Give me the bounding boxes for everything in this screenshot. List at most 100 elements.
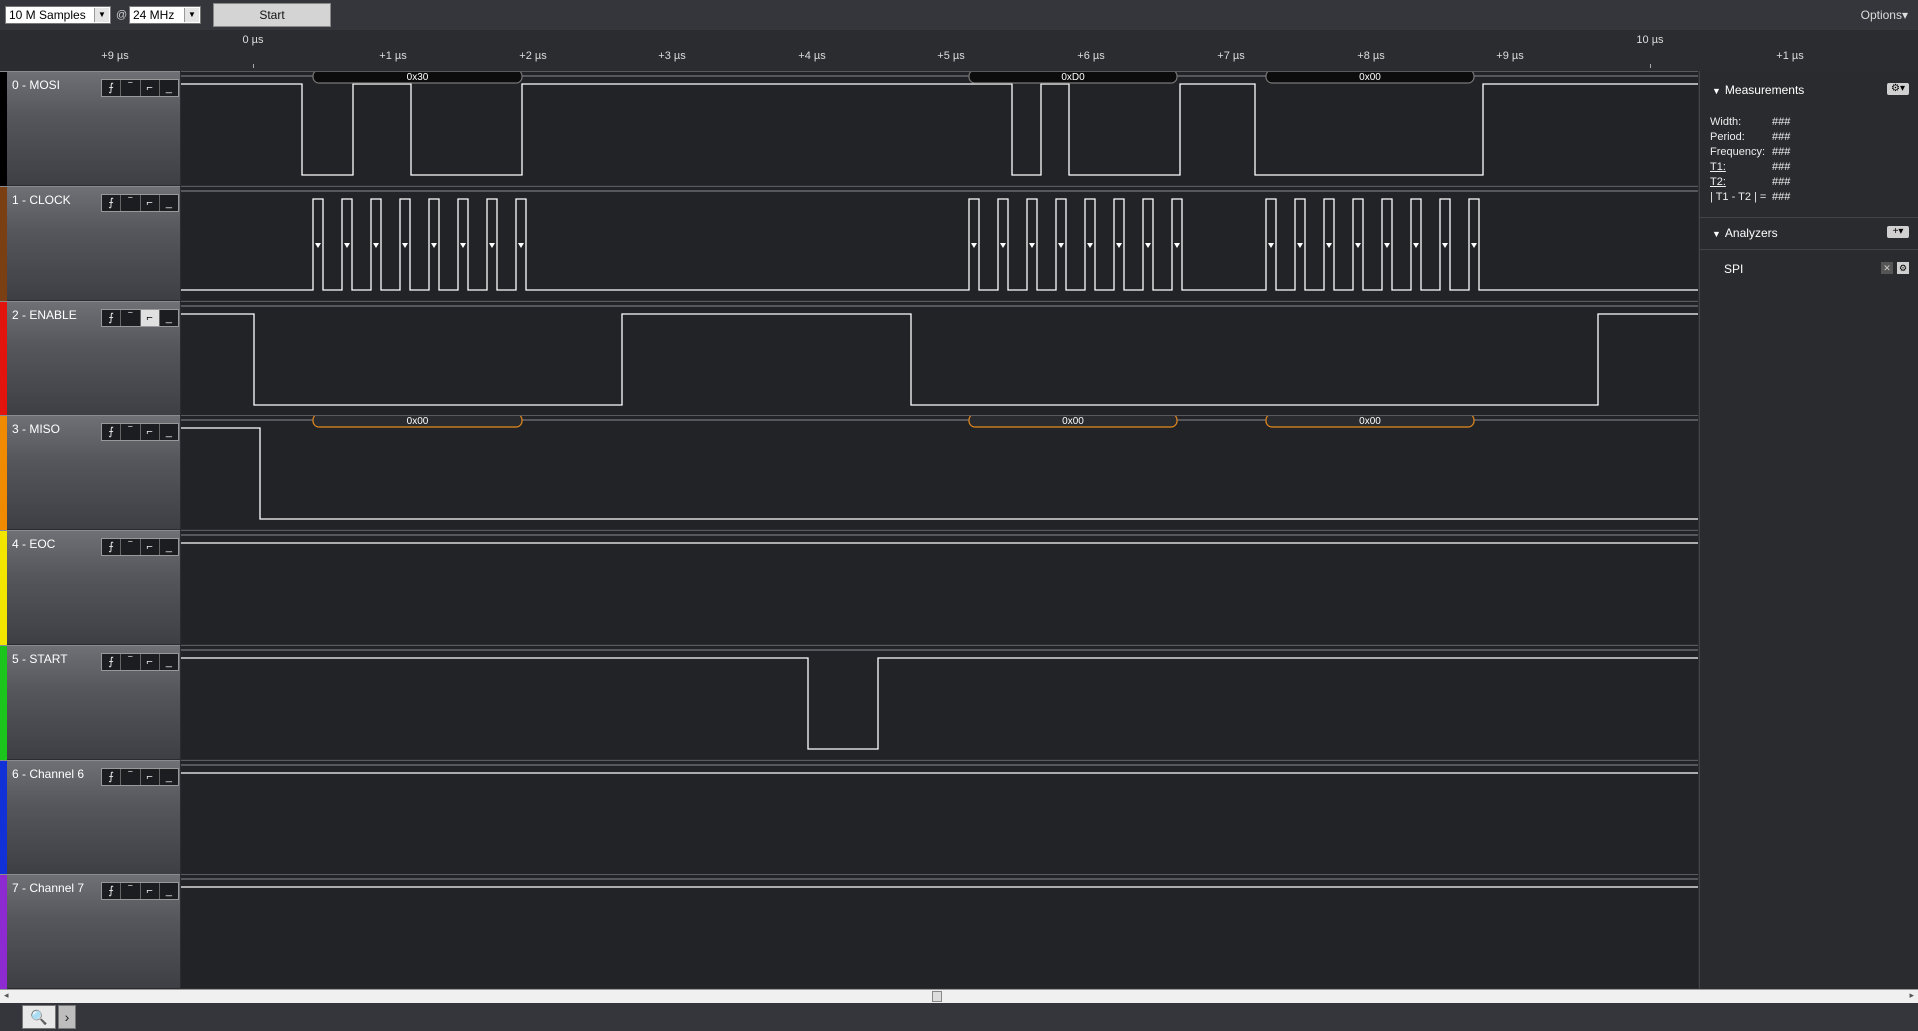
channel-label-panel[interactable]: 7 - Channel 7 ⨍ ‾ ⌐ _ xyxy=(0,874,180,989)
channel-name: 6 - Channel 6 xyxy=(12,767,85,781)
chevron-down-icon[interactable]: ▼ xyxy=(184,8,199,22)
high-level-icon[interactable]: ‾ xyxy=(121,424,141,440)
measurements-title: Measurements xyxy=(1724,83,1805,97)
high-level-icon[interactable]: ‾ xyxy=(121,883,141,899)
sample-count-select[interactable]: 10 M Samples ▼ xyxy=(5,6,111,24)
rising-edge-icon[interactable]: ⨍ xyxy=(102,310,122,326)
channel-label-panel[interactable]: 2 - ENABLE ⨍ ‾ ⌐ _ xyxy=(0,301,180,416)
clock-edge-marker xyxy=(1326,243,1332,248)
falling-edge-icon[interactable]: ⌐ xyxy=(141,654,160,670)
clock-edge-marker xyxy=(1000,243,1006,248)
decode-bubble[interactable]: 0x30 xyxy=(312,69,523,84)
decode-bubble[interactable]: 0xD0 xyxy=(968,69,1178,84)
falling-edge-icon[interactable]: ⌐ xyxy=(141,80,160,96)
trigger-selector[interactable]: ⨍ ‾ ⌐ _ xyxy=(101,882,179,900)
channel-label-panel[interactable]: 3 - MISO ⨍ ‾ ⌐ _ xyxy=(0,415,180,530)
gear-icon[interactable]: ⚙ xyxy=(1897,262,1909,274)
low-level-icon[interactable]: _ xyxy=(160,195,178,211)
waveform-area[interactable] xyxy=(181,645,1698,759)
waveform-area[interactable]: 0x30 0xD0 0x00 xyxy=(181,69,1698,185)
channel-label-panel[interactable]: 4 - EOC ⨍ ‾ ⌐ _ xyxy=(0,530,180,645)
trigger-selector[interactable]: ⨍ ‾ ⌐ _ xyxy=(101,538,179,556)
waveform-area[interactable] xyxy=(181,760,1698,874)
channel-label-panel[interactable]: 1 - CLOCK ⨍ ‾ ⌐ _ xyxy=(0,186,180,301)
low-level-icon[interactable]: _ xyxy=(160,883,178,899)
measurement-row: Width: ### xyxy=(1710,116,1910,128)
analyzers-header[interactable]: ▼ Analyzers xyxy=(1712,226,1778,240)
close-icon[interactable]: ✕ xyxy=(1881,262,1893,274)
rising-edge-icon[interactable]: ⨍ xyxy=(102,654,122,670)
measurement-row: Period: ### xyxy=(1710,131,1910,143)
triangle-down-icon[interactable]: ▼ xyxy=(1712,229,1721,239)
low-level-icon[interactable]: _ xyxy=(160,539,178,555)
rising-edge-icon[interactable]: ⨍ xyxy=(102,883,122,899)
high-level-icon[interactable]: ‾ xyxy=(121,80,141,96)
high-level-icon[interactable]: ‾ xyxy=(121,195,141,211)
signal-trace xyxy=(181,657,1698,750)
decode-bubble[interactable]: 0x00 xyxy=(312,413,523,428)
triangle-down-icon[interactable]: ▼ xyxy=(1712,86,1721,96)
low-level-icon[interactable]: _ xyxy=(160,654,178,670)
waveform-area[interactable] xyxy=(181,186,1698,300)
next-tab[interactable]: › xyxy=(58,1005,76,1029)
rising-edge-icon[interactable]: ⨍ xyxy=(102,424,122,440)
trigger-selector[interactable]: ⨍ ‾ ⌐ _ xyxy=(101,194,179,212)
falling-edge-icon[interactable]: ⌐ xyxy=(141,769,160,785)
trigger-selector[interactable]: ⨍ ‾ ⌐ _ xyxy=(101,653,179,671)
decode-bubble[interactable]: 0x00 xyxy=(968,413,1178,428)
options-menu[interactable]: Options▾ xyxy=(1861,8,1908,22)
channel-label-panel[interactable]: 6 - Channel 6 ⨍ ‾ ⌐ _ xyxy=(0,760,180,875)
add-analyzer-icon[interactable]: +▾ xyxy=(1887,226,1909,238)
waveform-area[interactable] xyxy=(181,874,1698,988)
time-ruler[interactable]: +9 µs 0 µs +1 µs +2 µs +3 µs +4 µs +5 µs +6 µs +… xyxy=(0,30,1804,71)
scroll-right-icon[interactable]: ▸ xyxy=(1909,990,1914,1001)
low-level-icon[interactable]: _ xyxy=(160,80,178,96)
waveform-area[interactable] xyxy=(181,530,1698,644)
search-tab[interactable]: 🔍 xyxy=(22,1005,56,1029)
high-level-icon[interactable]: ‾ xyxy=(121,310,141,326)
sample-rate-select[interactable]: 24 MHz ▼ xyxy=(129,6,201,24)
gear-icon[interactable]: ⚙▾ xyxy=(1887,83,1909,95)
low-level-icon[interactable]: _ xyxy=(160,424,178,440)
scroll-left-icon[interactable]: ◂ xyxy=(4,990,9,1001)
falling-edge-icon[interactable]: ⌐ xyxy=(141,195,160,211)
decode-value: 0x00 xyxy=(1062,416,1084,427)
falling-edge-icon[interactable]: ⌐ xyxy=(140,310,160,326)
decode-bubble[interactable]: 0x00 xyxy=(1265,69,1475,84)
chevron-down-icon[interactable]: ▼ xyxy=(94,8,109,22)
trigger-selector[interactable]: ⨍ ‾ ⌐ _ xyxy=(101,79,179,97)
rising-edge-icon[interactable]: ⨍ xyxy=(102,80,122,96)
clock-edge-marker xyxy=(1087,243,1093,248)
low-level-icon[interactable]: _ xyxy=(160,310,178,326)
clock-edge-marker xyxy=(489,243,495,248)
trigger-selector[interactable]: ⨍ ‾ ⌐ _ xyxy=(101,309,179,327)
channel-label-panel[interactable]: 5 - START ⨍ ‾ ⌐ _ xyxy=(0,645,180,760)
waveform-svg xyxy=(181,764,1698,774)
measurements-header[interactable]: ▼ Measurements xyxy=(1712,83,1804,97)
start-button[interactable]: Start xyxy=(213,3,331,27)
horizontal-scrollbar[interactable]: ◂ ▸ xyxy=(0,989,1918,1003)
channel-label-panel[interactable]: 0 - MOSI ⨍ ‾ ⌐ _ xyxy=(0,71,180,186)
rising-edge-icon[interactable]: ⨍ xyxy=(102,195,122,211)
trigger-selector[interactable]: ⨍ ‾ ⌐ _ xyxy=(101,768,179,786)
falling-edge-icon[interactable]: ⌐ xyxy=(141,883,160,899)
waveform-area[interactable] xyxy=(181,301,1698,415)
measurement-label: Frequency: xyxy=(1710,146,1766,158)
signal-trace xyxy=(181,83,1698,176)
decode-bubble[interactable]: 0x00 xyxy=(1265,413,1475,428)
rising-edge-icon[interactable]: ⨍ xyxy=(102,539,122,555)
measurement-value: ### xyxy=(1772,161,1791,173)
falling-edge-icon[interactable]: ⌐ xyxy=(141,424,160,440)
analyzer-item-spi[interactable]: SPI xyxy=(1724,262,1743,276)
waveform-area[interactable]: 0x00 0x00 0x00 xyxy=(181,413,1698,529)
low-level-icon[interactable]: _ xyxy=(160,769,178,785)
falling-edge-icon[interactable]: ⌐ xyxy=(141,539,160,555)
ruler-label: +7 µs xyxy=(1217,50,1245,62)
high-level-icon[interactable]: ‾ xyxy=(121,539,141,555)
trigger-selector[interactable]: ⨍ ‾ ⌐ _ xyxy=(101,423,179,441)
ruler-label: +1 µs xyxy=(1776,50,1804,62)
scroll-thumb[interactable] xyxy=(932,991,942,1002)
high-level-icon[interactable]: ‾ xyxy=(121,654,141,670)
rising-edge-icon[interactable]: ⨍ xyxy=(102,769,122,785)
high-level-icon[interactable]: ‾ xyxy=(121,769,141,785)
